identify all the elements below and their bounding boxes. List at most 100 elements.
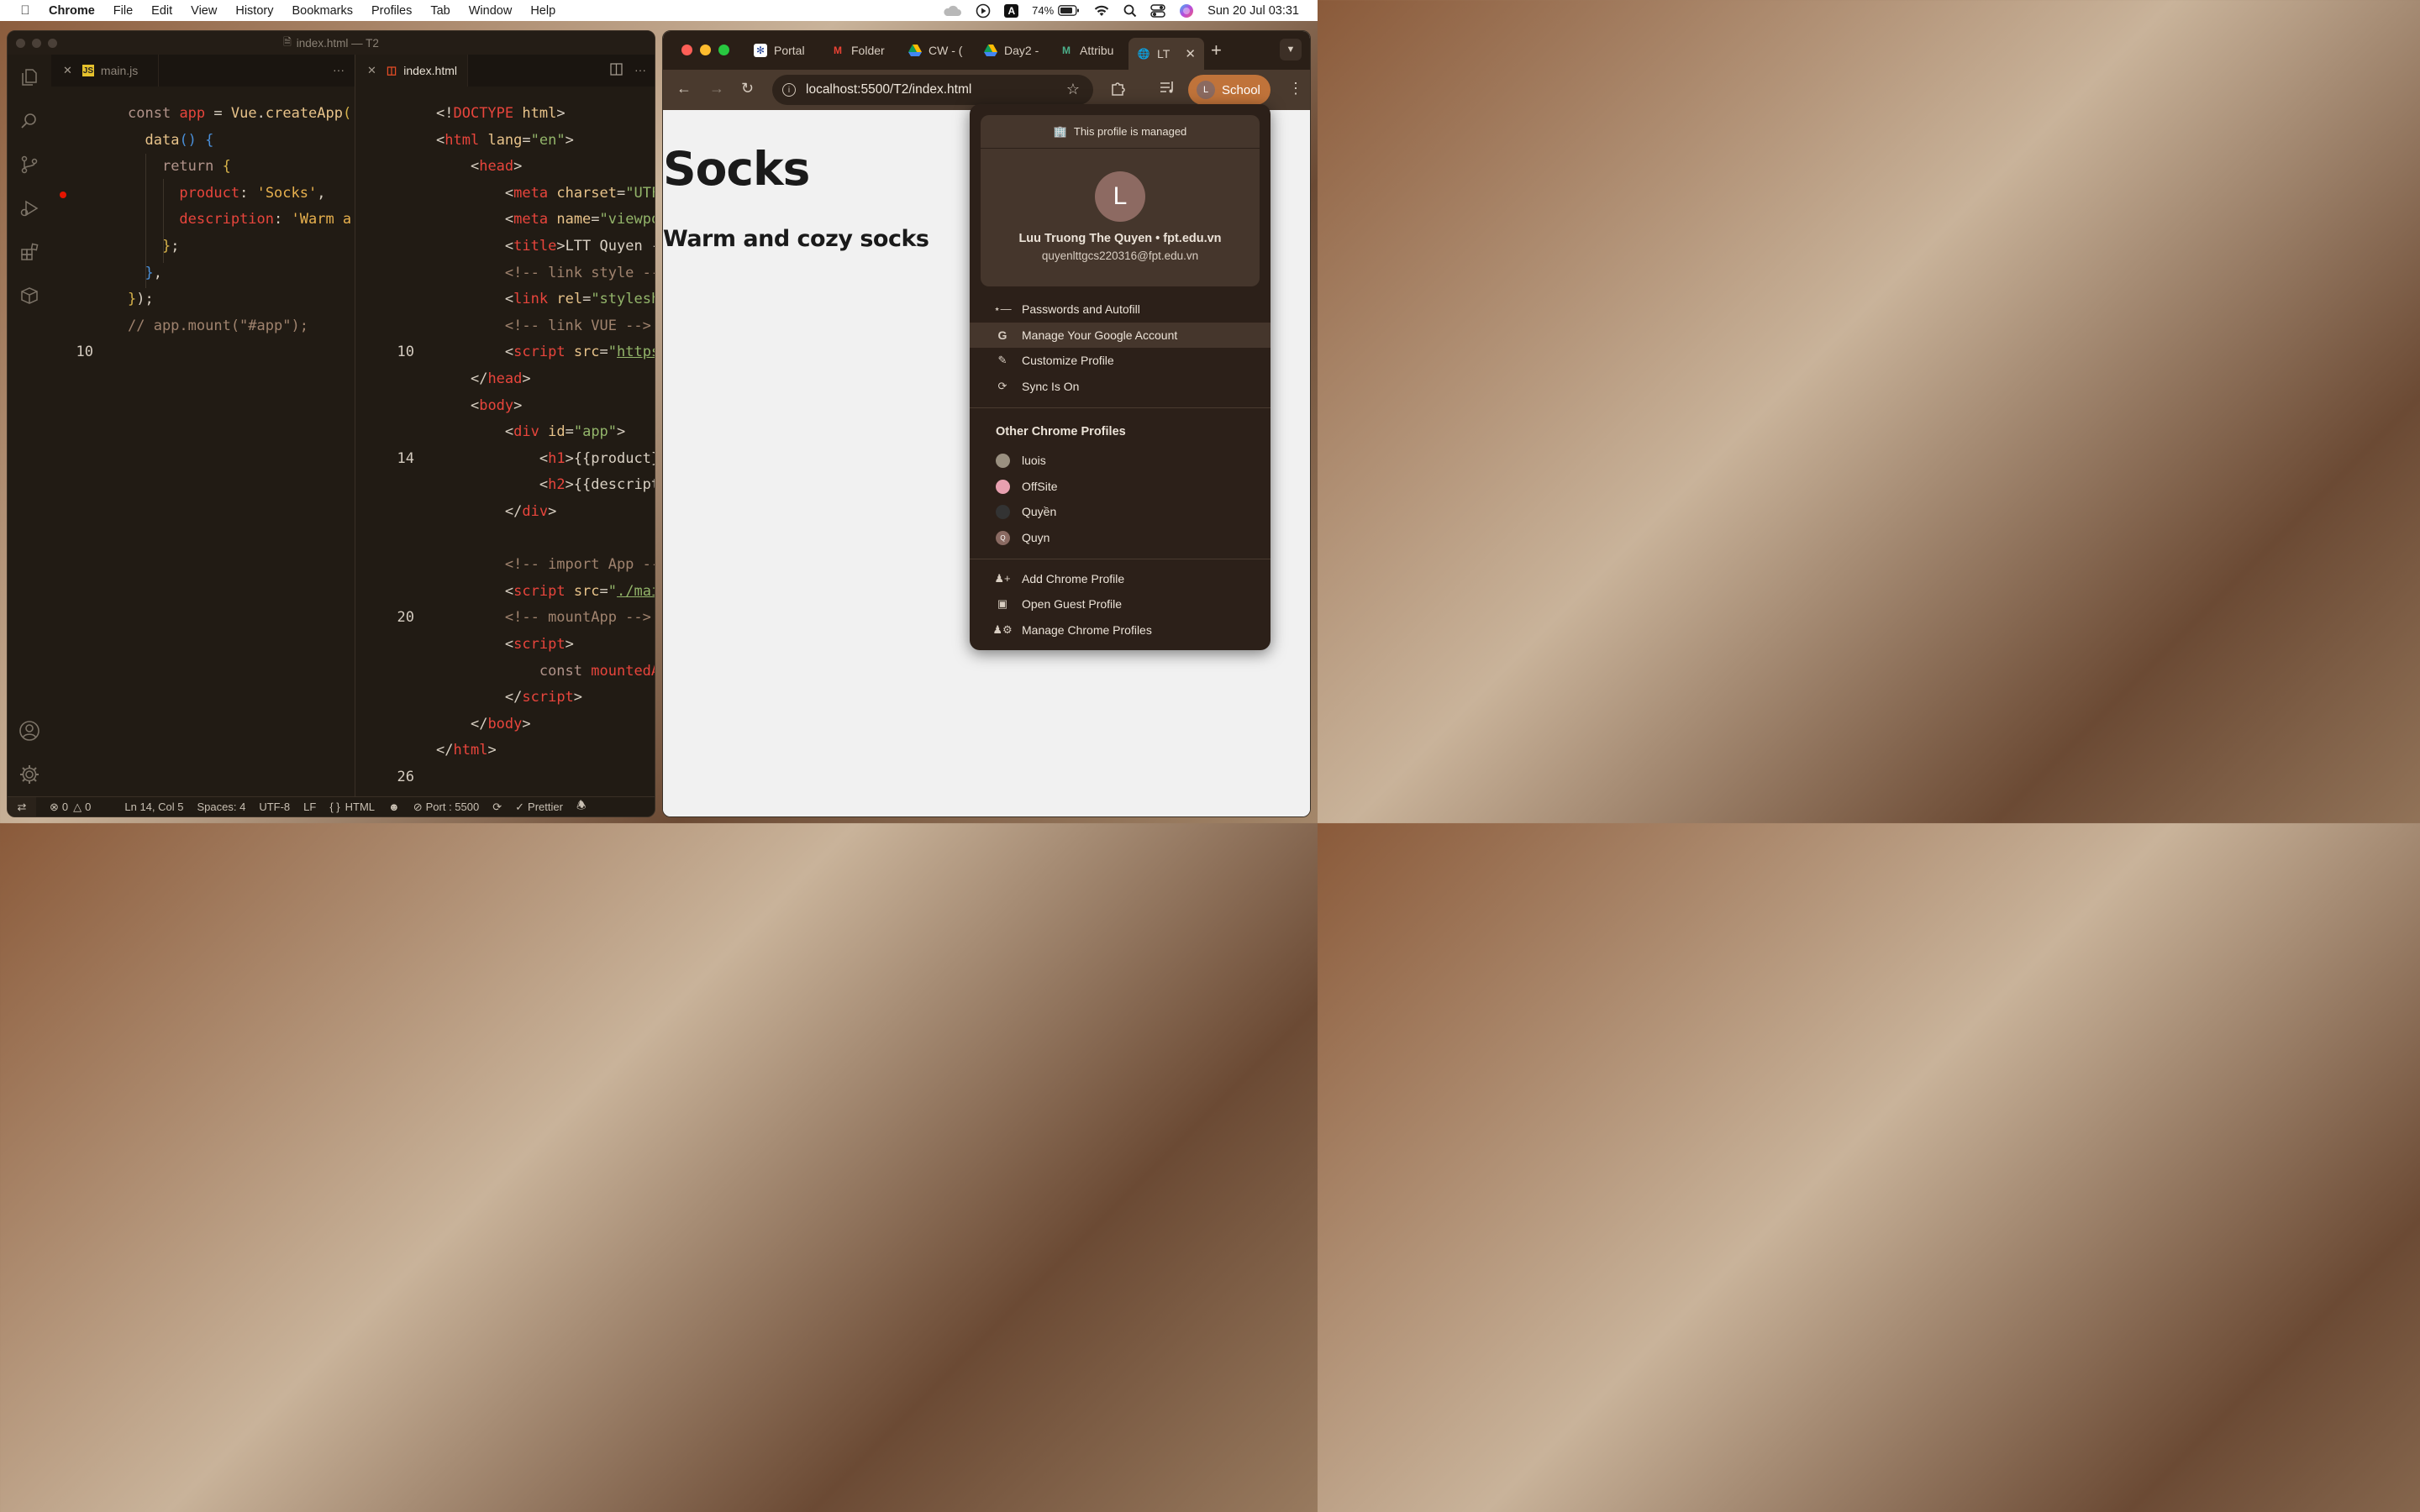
remote-indicator-icon[interactable]: ⇄	[8, 796, 36, 816]
menu-history[interactable]: History	[235, 4, 273, 18]
profile-item-luois[interactable]: luois	[970, 448, 1270, 473]
profile-menu: 🏢 This profile is managed L Luu Truong Th…	[970, 104, 1270, 650]
control-center-icon[interactable]	[1150, 3, 1165, 18]
settings-gear-icon[interactable]	[18, 764, 40, 785]
menu-app-name[interactable]: Chrome	[49, 4, 95, 18]
apple-icon[interactable]: 	[18, 3, 32, 18]
portal-favicon: ✻	[754, 44, 767, 57]
code-editor-left[interactable]: const app = Vue.createApp( data() { retu…	[51, 87, 355, 809]
end-of-line[interactable]: LF	[303, 801, 316, 813]
copilot-icon[interactable]: ☻	[388, 801, 400, 813]
tab-title: CW - (	[929, 44, 963, 57]
cloud-icon[interactable]	[942, 5, 962, 17]
wifi-icon[interactable]	[1093, 4, 1110, 17]
menu-item-guest-profile[interactable]: ▣ Open Guest Profile	[970, 591, 1270, 617]
input-source-icon[interactable]: A	[1004, 3, 1019, 18]
account-icon[interactable]	[18, 720, 40, 742]
source-control-icon[interactable]	[18, 154, 40, 176]
spotlight-search-icon[interactable]	[1123, 4, 1137, 18]
problems-indicator[interactable]: ⊗ 0 △ 0	[50, 801, 91, 814]
reload-icon[interactable]: ↻	[741, 80, 754, 97]
notifications-bell-icon[interactable]: 🕭	[576, 798, 587, 816]
explorer-icon[interactable]	[18, 66, 40, 88]
profile-item-quyn[interactable]: Q Quyn	[970, 525, 1270, 550]
reading-list-icon[interactable]	[1159, 80, 1176, 99]
google-drive-icon	[908, 44, 922, 57]
menu-item-manage-google-account[interactable]: G Manage Your Google Account	[970, 323, 1270, 348]
profile-avatar	[996, 504, 1010, 519]
minimize-window-button[interactable]	[700, 45, 711, 55]
forward-arrow-icon[interactable]: →	[709, 80, 724, 97]
menu-item-label: Customize Profile	[1022, 354, 1114, 367]
tab-attribu[interactable]: M Attribu	[1060, 38, 1113, 63]
menu-tab[interactable]: Tab	[430, 4, 450, 18]
clock[interactable]: Sun 20 Jul 03:31	[1207, 4, 1299, 18]
file-encoding[interactable]: UTF-8	[259, 801, 290, 813]
code-line: description: 'Warm a	[179, 211, 352, 228]
more-actions-icon[interactable]: ···	[634, 63, 646, 78]
tab-main-js[interactable]: ✕ JS main.js	[51, 55, 159, 87]
remote-explorer-icon[interactable]	[18, 285, 40, 307]
split-editor-icon[interactable]	[610, 63, 623, 78]
tab-drive-cw[interactable]: CW - (	[908, 38, 962, 63]
menu-item-customize-profile[interactable]: ✎ Customize Profile	[970, 348, 1270, 373]
play-icon[interactable]	[976, 3, 991, 18]
live-server-port[interactable]: ⊘ Port : 5500	[413, 801, 480, 814]
tab-portal[interactable]: ✻ Portal	[754, 38, 805, 63]
siri-icon[interactable]	[1179, 3, 1194, 18]
sync-icon: ⟳	[997, 380, 1007, 392]
code-line: product: 'Socks',	[179, 184, 326, 202]
extensions-icon[interactable]	[18, 241, 40, 263]
address-bar[interactable]: i localhost:5500/T2/index.html ☆	[772, 75, 1093, 105]
menu-file[interactable]: File	[113, 4, 133, 18]
sync-icon[interactable]: ⟳	[492, 801, 502, 814]
status-bar: ⇄ ⊗ 0 △ 0 Ln 14, Col 5 Spaces: 4 UTF-8 LF …	[8, 796, 655, 816]
menu-window[interactable]: Window	[469, 4, 513, 18]
indentation[interactable]: Spaces: 4	[197, 801, 245, 813]
profile-button[interactable]: L School	[1188, 75, 1270, 105]
breakpoint-dot[interactable]	[60, 192, 66, 198]
menu-item-passwords[interactable]: ⋆― Passwords and Autofill	[970, 297, 1270, 322]
code-line: <!-- link VUE -->	[504, 317, 651, 334]
code-editor-right[interactable]: <!DOCTYPE html> <html lang="en"> <head> <…	[355, 87, 655, 809]
new-tab-button[interactable]: +	[1211, 38, 1222, 63]
more-actions-icon[interactable]: ···	[333, 63, 345, 76]
profile-item-quyen[interactable]: Quyền	[970, 499, 1270, 524]
profile-item-offsite[interactable]: OffSite	[970, 474, 1270, 499]
menu-item-sync[interactable]: ⟳ Sync Is On	[970, 374, 1270, 399]
tab-title: Portal	[774, 44, 805, 57]
menu-item-manage-profiles[interactable]: ♟⚙ Manage Chrome Profiles	[970, 617, 1270, 643]
close-tab-icon[interactable]: ✕	[1185, 46, 1196, 61]
chrome-menu-icon[interactable]: ⋮	[1288, 80, 1303, 97]
close-tab-icon[interactable]: ✕	[63, 64, 72, 77]
language-mode[interactable]: { } HTML	[329, 801, 375, 813]
menu-help[interactable]: Help	[530, 4, 555, 18]
tab-lt-active[interactable]: 🌐 LT ✕	[1128, 38, 1204, 70]
menu-profiles[interactable]: Profiles	[371, 4, 412, 18]
close-tab-icon[interactable]: ✕	[367, 64, 376, 77]
run-debug-icon[interactable]	[18, 197, 40, 219]
site-info-icon[interactable]: i	[782, 83, 796, 97]
tab-index-html[interactable]: ✕ ◫ index.html	[355, 55, 468, 87]
menu-edit[interactable]: Edit	[151, 4, 172, 18]
tab-drive-day2[interactable]: Day2 -	[984, 38, 1039, 63]
search-icon[interactable]	[18, 110, 40, 132]
tab-search-button[interactable]: ▼	[1280, 39, 1302, 60]
close-window-button[interactable]	[16, 39, 25, 48]
close-window-button[interactable]	[681, 45, 692, 55]
zoom-window-button[interactable]	[48, 39, 57, 48]
zoom-window-button[interactable]	[718, 45, 729, 55]
menu-bookmarks[interactable]: Bookmarks	[292, 4, 353, 18]
back-arrow-icon[interactable]: ←	[676, 80, 692, 97]
bookmark-star-icon[interactable]: ☆	[1066, 81, 1080, 98]
code-line: <meta name="viewpo	[504, 211, 655, 228]
minimize-window-button[interactable]	[32, 39, 41, 48]
battery-status[interactable]: 74%	[1032, 4, 1080, 17]
tab-gmail-folder[interactable]: M Folder	[831, 38, 885, 63]
extensions-puzzle-icon[interactable]	[1110, 80, 1127, 101]
prettier-status[interactable]: ✓ Prettier	[515, 801, 563, 814]
menu-view[interactable]: View	[191, 4, 217, 18]
menu-item-add-profile[interactable]: ♟+ Add Chrome Profile	[970, 566, 1270, 591]
cursor-position[interactable]: Ln 14, Col 5	[124, 801, 183, 813]
code-line: <h1>{{product}	[539, 449, 655, 467]
